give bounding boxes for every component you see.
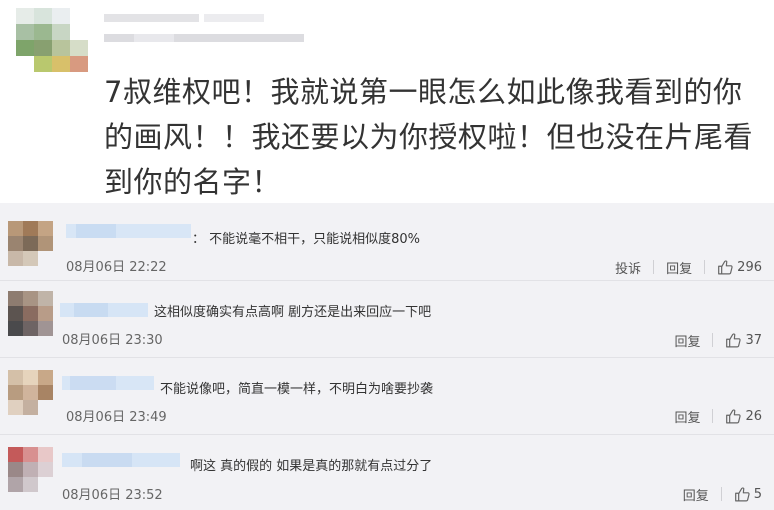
comment-text: 这相似度确实有点高啊 剧方还是出来回应一下吧 [154, 305, 432, 320]
reply-button[interactable]: 回复 [674, 407, 700, 426]
comment-time: 08月06日 22:22 [66, 260, 167, 275]
avatar[interactable] [8, 291, 53, 336]
like-count: 26 [745, 408, 762, 424]
like-count: 37 [745, 332, 762, 348]
divider [720, 487, 722, 501]
comment-actions: 回复 37 [674, 330, 762, 350]
report-button[interactable]: 投诉 [615, 258, 641, 277]
reply-button[interactable]: 回复 [666, 258, 692, 277]
comment-item: ： 不能说毫不相干，只能说相似度80% 08月06日 22:22 投诉 回复 2… [0, 203, 774, 281]
divider [712, 333, 714, 347]
thumbs-up-icon [726, 332, 742, 347]
post-text: 7叔维权吧！我就说第一眼怎么如此像我看到的你的画风！！我还要以为你授权啦！但也没… [104, 75, 754, 199]
thumbs-up-icon [734, 486, 750, 501]
like-button[interactable]: 296 [717, 259, 762, 276]
thumbs-up-icon [718, 259, 733, 274]
like-button[interactable]: 26 [725, 408, 762, 425]
thumbs-up-icon [726, 408, 742, 423]
avatar[interactable] [8, 447, 53, 492]
comment-text: 啊这 真的假的 如果是真的那就有点过分了 [190, 459, 433, 474]
username-blurred[interactable] [104, 10, 304, 46]
comment-actions: 回复 26 [674, 406, 762, 426]
avatar[interactable] [8, 221, 53, 266]
commenter-name-blurred[interactable] [62, 376, 154, 390]
avatar[interactable] [8, 370, 53, 415]
comment-time: 08月06日 23:30 [62, 333, 163, 348]
commenter-name-blurred[interactable] [66, 224, 191, 238]
divider [653, 260, 655, 274]
like-button[interactable]: 37 [725, 332, 762, 349]
commenter-name-blurred[interactable] [62, 453, 180, 467]
comment-text: 不能说像吧，简直一模一样，不明白为啥要抄袭 [160, 382, 434, 397]
comment-list: ： 不能说毫不相干，只能说相似度80% 08月06日 22:22 投诉 回复 2… [0, 203, 774, 510]
reply-button[interactable]: 回复 [683, 485, 709, 504]
comment-text: ： 不能说毫不相干，只能说相似度80% [192, 232, 421, 247]
main-post: 7叔维权吧！我就说第一眼怎么如此像我看到的你的画风！！我还要以为你授权啦！但也没… [0, 0, 774, 203]
comment-time: 08月06日 23:52 [62, 488, 163, 503]
like-button[interactable]: 5 [734, 486, 762, 503]
like-count: 5 [753, 486, 762, 502]
comment-actions: 回复 5 [683, 484, 762, 504]
commenter-name-blurred[interactable] [60, 303, 148, 317]
divider [712, 409, 714, 423]
comment-time: 08月06日 23:49 [66, 410, 167, 425]
comment-item: 啊这 真的假的 如果是真的那就有点过分了 08月06日 23:52 回复 5 [0, 435, 774, 510]
divider [704, 260, 706, 274]
comment-actions: 投诉 回复 296 [615, 257, 762, 277]
reply-button[interactable]: 回复 [674, 331, 700, 350]
like-count: 296 [737, 259, 762, 275]
comment-item: 这相似度确实有点高啊 剧方还是出来回应一下吧 08月06日 23:30 回复 3… [0, 281, 774, 358]
avatar[interactable] [16, 8, 88, 72]
comment-item: 不能说像吧，简直一模一样，不明白为啥要抄袭 08月06日 23:49 回复 26 [0, 358, 774, 435]
